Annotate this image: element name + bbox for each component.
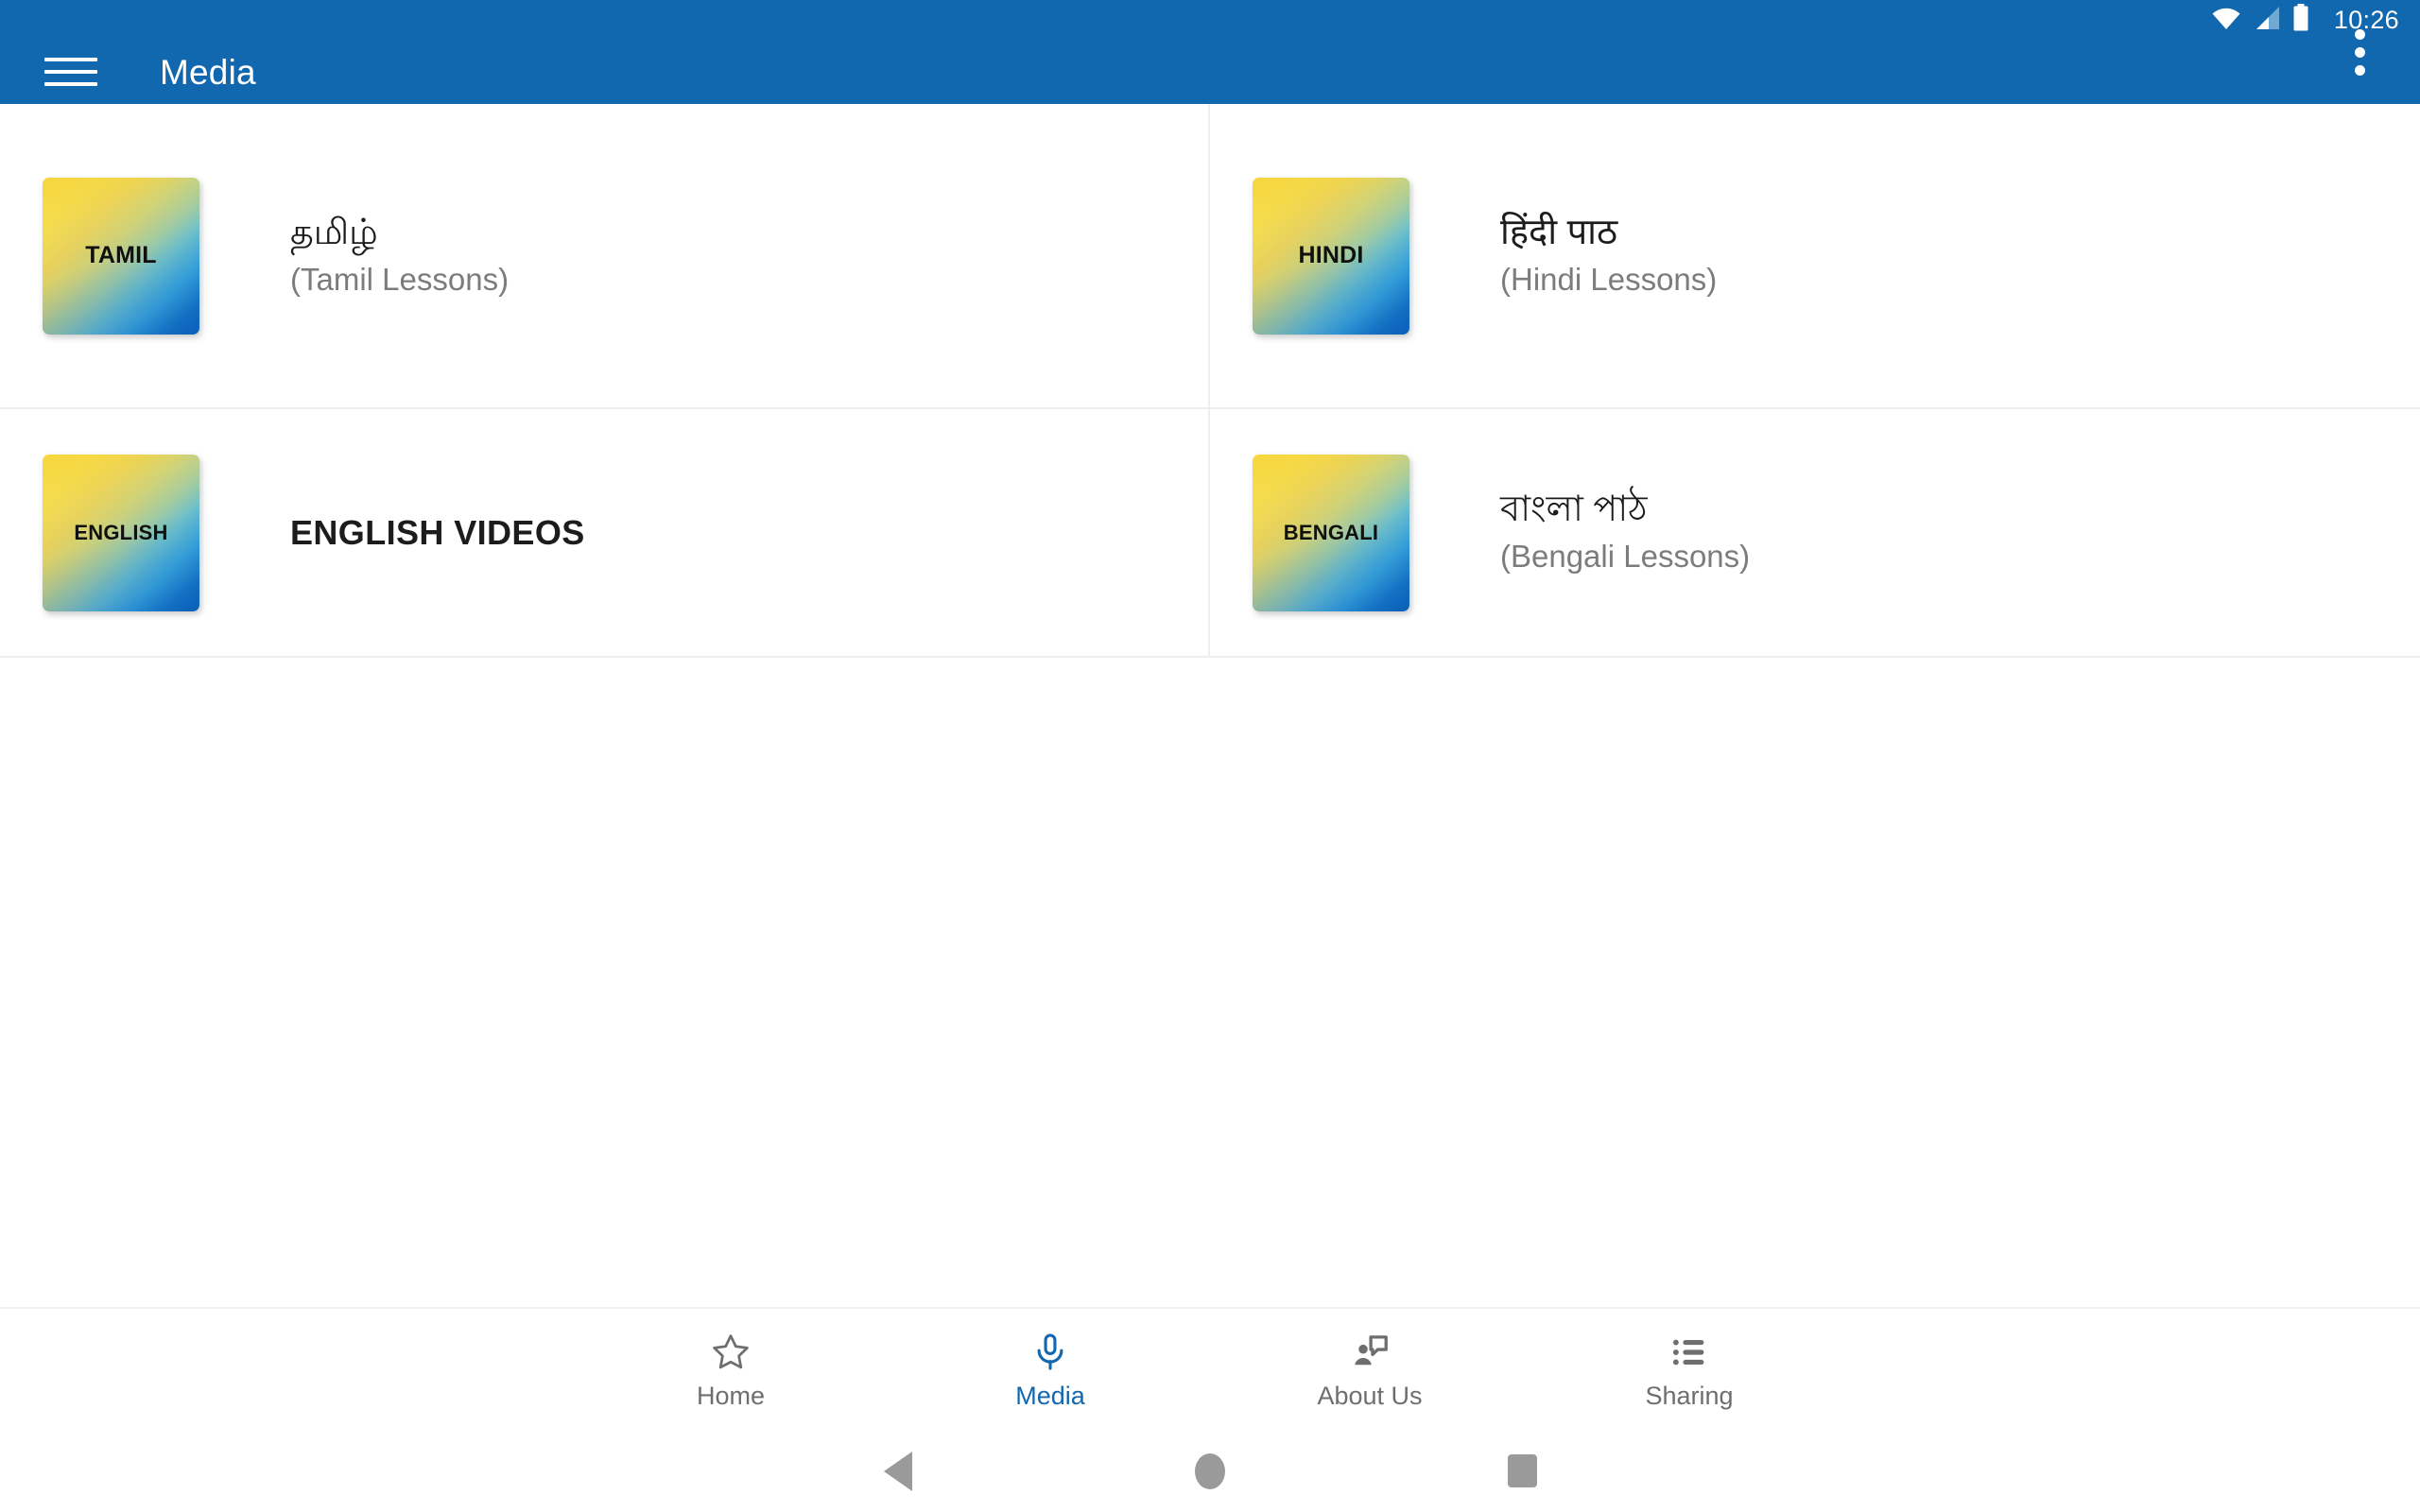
back-triangle-icon <box>884 1451 912 1491</box>
bulleted-list-icon <box>1668 1330 1710 1375</box>
home-circle-icon <box>1195 1452 1225 1489</box>
nav-item-label: Media <box>1015 1382 1085 1410</box>
media-item-title: ENGLISH VIDEOS <box>290 513 585 552</box>
nav-item-home[interactable]: Home <box>571 1308 890 1431</box>
nav-item-label: Sharing <box>1645 1382 1734 1410</box>
media-grid-row: ENGLISH ENGLISH VIDEOS BENGALI বাংলা পাঠ… <box>0 409 2420 658</box>
thumbnail-bengali: BENGALI <box>1253 454 1409 611</box>
thumbnail-label: HINDI <box>1298 242 1364 268</box>
thumbnail-tamil: TAMIL <box>43 177 199 335</box>
media-item-subtitle: (Hindi Lessons) <box>1500 261 1718 297</box>
star-outline-icon <box>710 1330 752 1375</box>
media-item-text: தமிழ் (Tamil Lessons) <box>290 211 509 300</box>
media-item-text: ENGLISH VIDEOS <box>290 511 585 554</box>
media-item-title: বাংলা পাঠ <box>1500 490 1648 530</box>
android-system-navigation <box>0 1430 2420 1512</box>
nav-item-sharing[interactable]: Sharing <box>1530 1308 1849 1431</box>
overflow-menu-icon[interactable] <box>2333 22 2386 82</box>
system-back-button[interactable] <box>742 1451 1054 1491</box>
media-item-title: हिंदी पाठ <box>1500 213 1618 253</box>
nav-item-label: About Us <box>1317 1382 1423 1410</box>
app-bar: Media <box>0 28 2420 104</box>
media-item-tamil[interactable]: TAMIL தமிழ் (Tamil Lessons) <box>0 104 1210 407</box>
nav-item-label: Home <box>696 1382 766 1410</box>
nav-item-media[interactable]: Media <box>890 1308 1210 1431</box>
media-grid: TAMIL தமிழ் (Tamil Lessons) HINDI हिंदी … <box>0 104 2420 658</box>
thumbnail-label: TAMIL <box>85 242 157 268</box>
media-grid-row: TAMIL தமிழ் (Tamil Lessons) HINDI हिंदी … <box>0 104 2420 409</box>
thumbnail-hindi: HINDI <box>1253 177 1409 335</box>
system-recents-button[interactable] <box>1366 1454 1678 1487</box>
page-title: Media <box>160 52 256 92</box>
media-item-text: বাংলা পাঠ (Bengali Lessons) <box>1500 488 1750 576</box>
recents-square-icon <box>1507 1454 1537 1487</box>
thumbnail-english: ENGLISH <box>43 454 199 611</box>
microphone-icon <box>1029 1330 1071 1375</box>
nav-item-about-us[interactable]: About Us <box>1210 1308 1530 1431</box>
system-home-button[interactable] <box>1054 1452 1366 1489</box>
media-item-bengali[interactable]: BENGALI বাংলা পাঠ (Bengali Lessons) <box>1210 409 2420 656</box>
person-speech-bubble-icon <box>1349 1330 1391 1375</box>
thumbnail-label: BENGALI <box>1283 520 1379 544</box>
media-item-hindi[interactable]: HINDI हिंदी पाठ (Hindi Lessons) <box>1210 104 2420 407</box>
thumbnail-label: ENGLISH <box>74 520 168 544</box>
bottom-navigation-bar: Home Media About Us Sharing <box>0 1307 2420 1430</box>
media-item-title: தமிழ் <box>290 213 378 253</box>
media-item-english[interactable]: ENGLISH ENGLISH VIDEOS <box>0 409 1210 656</box>
hamburger-menu-icon[interactable] <box>44 52 97 92</box>
media-item-subtitle: (Tamil Lessons) <box>290 261 510 297</box>
media-item-subtitle: (Bengali Lessons) <box>1500 538 1751 574</box>
app-root: 10:26 Media TAMIL தமிழ் (Tamil Lessons) <box>0 0 2420 1512</box>
media-item-text: हिंदी पाठ (Hindi Lessons) <box>1500 211 1717 300</box>
